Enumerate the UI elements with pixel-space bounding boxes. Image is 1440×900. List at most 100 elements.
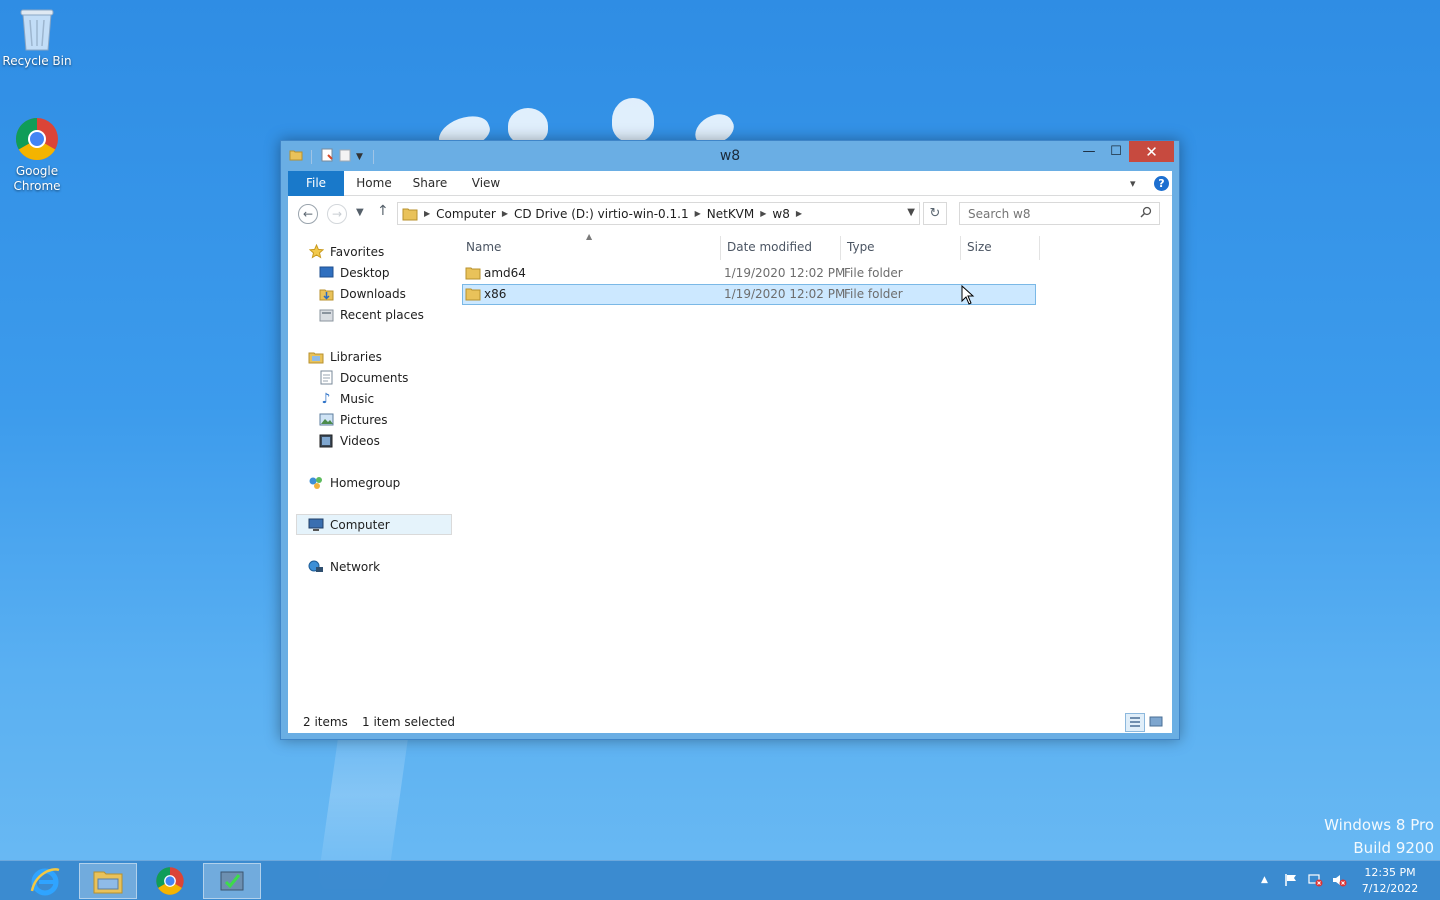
action-center-flag-icon[interactable]: [1284, 873, 1298, 890]
recycle-bin-icon: [20, 9, 54, 51]
file-date: 1/19/2020 12:02 PM: [724, 287, 846, 301]
taskbar-clock[interactable]: 12:35 PM 7/12/2022: [1352, 865, 1428, 897]
minimize-icon: —: [1082, 144, 1096, 159]
desktop-icon-label: Recycle Bin: [2, 54, 72, 68]
desktop-icon-label: Google Chrome: [13, 164, 61, 193]
breadcrumb-cd-drive[interactable]: CD Drive (D:) virtio-win-0.1.1: [514, 207, 689, 221]
nav-network[interactable]: Network: [308, 556, 380, 577]
nav-pictures-label: Pictures: [340, 412, 388, 427]
libraries-icon: [308, 349, 324, 365]
maximize-icon: ☐: [1110, 144, 1122, 159]
tab-file[interactable]: File: [288, 171, 344, 196]
column-divider[interactable]: [1039, 236, 1040, 260]
breadcrumb-computer[interactable]: Computer: [436, 207, 496, 221]
explorer-body: File Home Share View ▾ ? ← → ▼ ↑ ▶ Compu…: [288, 171, 1172, 733]
details-view-button[interactable]: [1125, 713, 1145, 732]
windows-version-watermark: Windows 8 Pro: [1324, 816, 1434, 834]
column-header-size[interactable]: Size: [967, 240, 992, 254]
nav-recent-places[interactable]: Recent places: [318, 304, 424, 325]
minimize-button[interactable]: —: [1075, 141, 1103, 162]
status-bar: 2 items 1 item selected: [288, 712, 1172, 733]
network-icon: [308, 559, 324, 575]
column-header-date-modified[interactable]: Date modified: [727, 240, 812, 254]
nav-libraries[interactable]: Libraries: [308, 346, 382, 367]
breadcrumb-separator-icon[interactable]: ▶: [502, 209, 508, 218]
folder-icon: [465, 266, 481, 283]
item-count: 2 items: [303, 715, 348, 729]
selection-count: 1 item selected: [362, 715, 456, 729]
nav-music[interactable]: ♪ Music: [318, 388, 375, 409]
network-disconnected-icon[interactable]: [1308, 873, 1323, 890]
videos-icon: [318, 433, 334, 449]
nav-favorites[interactable]: Favorites: [308, 241, 384, 262]
breadcrumb-w8[interactable]: w8: [772, 207, 789, 221]
maximize-button[interactable]: ☐: [1103, 141, 1129, 162]
forward-button[interactable]: →: [327, 204, 347, 224]
column-divider[interactable]: [720, 236, 721, 260]
breadcrumb-netkvm[interactable]: NetKVM: [707, 207, 755, 221]
expand-ribbon-icon[interactable]: ▾: [1130, 177, 1136, 190]
nav-music-label: Music: [340, 391, 375, 406]
show-hidden-icons-icon[interactable]: ▲: [1261, 875, 1268, 885]
internet-explorer-icon: [30, 868, 60, 896]
file-list: ▲ Name Date modified Type Size amd64 1/1…: [458, 232, 1172, 712]
file-row-x86[interactable]: x86 1/19/2020 12:02 PM File folder: [462, 284, 1036, 305]
nav-documents[interactable]: Documents: [318, 367, 408, 388]
search-icon[interactable]: [1140, 206, 1152, 221]
mouse-cursor-icon: [961, 285, 975, 305]
column-divider[interactable]: [960, 236, 961, 260]
pictures-icon: [318, 412, 334, 428]
file-name: x86: [484, 287, 507, 301]
file-date: 1/19/2020 12:02 PM: [724, 266, 846, 280]
computer-icon: [308, 517, 324, 533]
back-button[interactable]: ←: [298, 204, 318, 224]
column-header-type[interactable]: Type: [847, 240, 875, 254]
nav-desktop[interactable]: Desktop: [318, 262, 390, 283]
homegroup-icon: [308, 475, 324, 491]
taskbar: ▲ 12:35 PM 7/12/2022: [0, 860, 1440, 900]
nav-pictures[interactable]: Pictures: [318, 409, 388, 430]
taskbar-app[interactable]: [203, 863, 261, 899]
explorer-window[interactable]: ▼ w8 — ☐ ✕ File Home Share View ▾ ? ← → …: [280, 140, 1180, 740]
file-row-amd64[interactable]: amd64 1/19/2020 12:02 PM File folder: [462, 263, 1036, 284]
help-icon[interactable]: ?: [1154, 176, 1169, 191]
nav-recent-places-label: Recent places: [340, 307, 424, 322]
windows-build-watermark: Build 9200: [1353, 839, 1434, 857]
large-icons-view-icon: [1149, 716, 1163, 727]
tab-share[interactable]: Share: [406, 171, 454, 196]
window-title: w8: [719, 148, 741, 164]
search-input[interactable]: [959, 202, 1160, 225]
nav-videos[interactable]: Videos: [318, 430, 380, 451]
desktop-icon-recycle-bin[interactable]: Recycle Bin: [0, 6, 74, 69]
breadcrumb-separator-icon[interactable]: ▶: [796, 209, 802, 218]
nav-downloads[interactable]: Downloads: [318, 283, 406, 304]
nav-computer[interactable]: Computer: [296, 514, 452, 535]
arrow-left-icon: ←: [302, 207, 314, 221]
recent-locations-icon[interactable]: ▼: [356, 207, 364, 218]
wallpaper-petal: [612, 98, 654, 142]
refresh-button[interactable]: ↻: [923, 202, 947, 225]
desktop-icon-google-chrome[interactable]: Google Chrome: [0, 116, 74, 194]
taskbar-internet-explorer[interactable]: [16, 863, 74, 899]
up-arrow-icon[interactable]: ↑: [377, 203, 389, 219]
breadcrumb-separator-icon[interactable]: ▶: [760, 209, 766, 218]
nav-homegroup[interactable]: Homegroup: [308, 472, 400, 493]
folder-icon: [465, 287, 481, 304]
address-bar[interactable]: ▶ Computer ▶ CD Drive (D:) virtio-win-0.…: [397, 202, 920, 225]
nav-videos-label: Videos: [340, 433, 380, 448]
taskbar-google-chrome[interactable]: [141, 863, 199, 899]
column-divider[interactable]: [840, 236, 841, 260]
taskbar-file-explorer[interactable]: [79, 863, 137, 899]
breadcrumb-separator-icon[interactable]: ▶: [424, 209, 430, 218]
navigation-pane: Favorites Desktop Downloads Recent place…: [288, 232, 452, 712]
tab-home[interactable]: Home: [350, 171, 398, 196]
volume-muted-icon[interactable]: [1332, 873, 1347, 890]
column-header-name[interactable]: Name: [466, 240, 501, 254]
close-button[interactable]: ✕: [1129, 141, 1174, 162]
title-bar[interactable]: ▼ w8 — ☐ ✕: [281, 141, 1179, 171]
address-dropdown-icon[interactable]: ▼: [907, 207, 915, 218]
breadcrumb-separator-icon[interactable]: ▶: [695, 209, 701, 218]
large-icons-view-button[interactable]: [1147, 713, 1167, 732]
file-explorer-icon: [93, 871, 123, 894]
tab-view[interactable]: View: [462, 171, 510, 196]
